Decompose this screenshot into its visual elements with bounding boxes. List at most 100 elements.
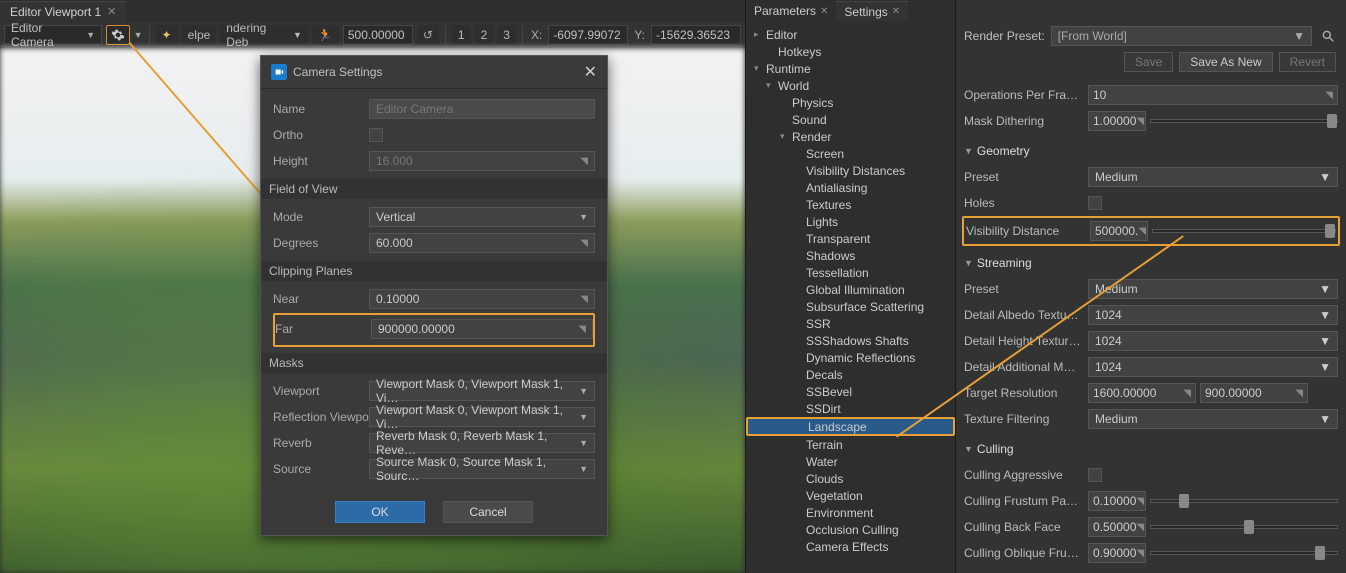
move-tool[interactable]: ✦	[156, 25, 178, 45]
tree-item-camera-effects[interactable]: Camera Effects	[746, 538, 955, 555]
cull-obl-input[interactable]: 0.90000◥	[1088, 543, 1146, 563]
tree-item-water[interactable]: Water	[746, 453, 955, 470]
ortho-checkbox[interactable]	[369, 128, 383, 142]
tree-item-transparent[interactable]: Transparent	[746, 230, 955, 247]
tree-item-screen[interactable]: Screen	[746, 145, 955, 162]
visdist-input[interactable]: 500000.◥	[1090, 221, 1148, 241]
tree-item-dynamic-reflections[interactable]: Dynamic Reflections	[746, 349, 955, 366]
cull-back-input[interactable]: 0.50000◥	[1088, 517, 1146, 537]
height-tex-combo[interactable]: 1024▼	[1088, 331, 1338, 351]
tree-item-hotkeys[interactable]: Hotkeys	[746, 43, 955, 60]
tree-item-terrain[interactable]: Terrain	[746, 436, 955, 453]
close-icon[interactable]: ✕	[107, 5, 116, 18]
close-icon[interactable]: ✕	[584, 62, 597, 82]
preset-3[interactable]: 3	[497, 25, 516, 45]
tree-item-decals[interactable]: Decals	[746, 366, 955, 383]
tree-item-ssshadows-shafts[interactable]: SSShadows Shafts	[746, 332, 955, 349]
render-mode-combo[interactable]: ndering Deb▼	[220, 25, 308, 45]
tree-item-runtime[interactable]: ▾Runtime	[746, 60, 955, 77]
close-icon[interactable]: ✕	[820, 6, 828, 17]
tree-item-shadows[interactable]: Shadows	[746, 247, 955, 264]
tree-item-label: SSBevel	[804, 385, 852, 399]
far-input[interactable]: 900000.00000◥	[371, 319, 593, 339]
tree-item-vegetation[interactable]: Vegetation	[746, 487, 955, 504]
tree-item-ssr[interactable]: SSR	[746, 315, 955, 332]
reverb-mask-combo[interactable]: Reverb Mask 0, Reverb Mask 1, Reve…▼	[369, 433, 595, 453]
dialog-titlebar[interactable]: Camera Settings ✕	[261, 56, 607, 89]
viewport-mask-combo[interactable]: Viewport Mask 0, Viewport Mask 1, Vi…▼	[369, 381, 595, 401]
close-icon[interactable]: ✕	[892, 6, 900, 17]
run-icon[interactable]: 🏃	[312, 25, 339, 45]
name-input[interactable]	[369, 99, 595, 119]
save-as-new-button[interactable]: Save As New	[1179, 52, 1272, 72]
stream-preset-combo[interactable]: Medium▼	[1088, 279, 1338, 299]
render-preset-label: Render Preset:	[964, 29, 1045, 43]
tree-item-antialiasing[interactable]: Antialiasing	[746, 179, 955, 196]
mask-dither-slider[interactable]	[1150, 119, 1338, 123]
albedo-combo[interactable]: 1024▼	[1088, 305, 1338, 325]
addmask-combo[interactable]: 1024▼	[1088, 357, 1338, 377]
tree-item-subsurface-scattering[interactable]: Subsurface Scattering	[746, 298, 955, 315]
tree-item-environment[interactable]: Environment	[746, 504, 955, 521]
ops-input[interactable]: 10◥	[1088, 85, 1338, 105]
preset-1[interactable]: 1	[452, 25, 471, 45]
degrees-input[interactable]: 60.000◥	[369, 233, 595, 253]
tree-item-landscape[interactable]: Landscape	[746, 417, 955, 436]
cull-frust-input[interactable]: 0.10000◥	[1088, 491, 1146, 511]
viewport-tab[interactable]: Editor Viewport 1 ✕	[0, 1, 126, 21]
culling-section[interactable]: ▼Culling	[964, 438, 1338, 460]
cull-back-slider[interactable]	[1150, 525, 1338, 529]
tree-item-sound[interactable]: Sound	[746, 111, 955, 128]
tree-item-label: Terrain	[804, 438, 843, 452]
reset-icon[interactable]: ↺	[417, 25, 439, 45]
tree-item-clouds[interactable]: Clouds	[746, 470, 955, 487]
chevron-down-icon[interactable]: ▼	[134, 30, 143, 40]
tree-item-editor[interactable]: ▸Editor	[746, 26, 955, 43]
tree-item-render[interactable]: ▾Render	[746, 128, 955, 145]
camera-settings-gear[interactable]	[106, 25, 130, 45]
search-icon[interactable]	[1318, 26, 1338, 46]
cull-aggr-checkbox[interactable]	[1088, 468, 1102, 482]
mode-combo[interactable]: Vertical▼	[369, 207, 595, 227]
geom-preset-combo[interactable]: Medium▼	[1088, 167, 1338, 187]
camera-combo[interactable]: Editor Camera ▼	[4, 25, 102, 45]
parameters-tab[interactable]: Parameters✕	[746, 1, 836, 21]
tree-item-lights[interactable]: Lights	[746, 213, 955, 230]
save-button[interactable]: Save	[1124, 52, 1173, 72]
tree-item-visibility-distances[interactable]: Visibility Distances	[746, 162, 955, 179]
tree-item-physics[interactable]: Physics	[746, 94, 955, 111]
ok-button[interactable]: OK	[335, 501, 425, 523]
x-input[interactable]	[548, 25, 628, 45]
tree-item-global-illumination[interactable]: Global Illumination	[746, 281, 955, 298]
tgtres-h-input[interactable]: 900.00000◥	[1200, 383, 1308, 403]
render-preset-combo[interactable]: [From World]▼	[1051, 26, 1312, 46]
y-input[interactable]	[651, 25, 741, 45]
visdist-slider[interactable]	[1152, 229, 1336, 233]
revert-button[interactable]: Revert	[1279, 52, 1336, 72]
cancel-button[interactable]: Cancel	[443, 501, 533, 523]
reflection-mask-combo[interactable]: Viewport Mask 0, Viewport Mask 1, Vi…▼	[369, 407, 595, 427]
tree-item-occlusion-culling[interactable]: Occlusion Culling	[746, 521, 955, 538]
tree-item-textures[interactable]: Textures	[746, 196, 955, 213]
settings-tab[interactable]: Settings✕	[836, 1, 908, 21]
texfilt-combo[interactable]: Medium▼	[1088, 409, 1338, 429]
geometry-section[interactable]: ▼Geometry	[964, 140, 1338, 162]
tree-item-ssdirt[interactable]: SSDirt	[746, 400, 955, 417]
holes-checkbox[interactable]	[1088, 196, 1102, 210]
tree-item-world[interactable]: ▾World	[746, 77, 955, 94]
preset-2[interactable]: 2	[475, 25, 494, 45]
tree-item-tessellation[interactable]: Tessellation	[746, 264, 955, 281]
tgtres-w-input[interactable]: 1600.00000◥	[1088, 383, 1196, 403]
source-mask-combo[interactable]: Source Mask 0, Source Mask 1, Sourc…▼	[369, 459, 595, 479]
settings-tree[interactable]: ▸Editor Hotkeys▾Runtime▾WorldPhysicsSound…	[746, 22, 955, 559]
tree-item-label: Hotkeys	[776, 45, 821, 59]
streaming-section[interactable]: ▼Streaming	[964, 252, 1338, 274]
cull-obl-slider[interactable]	[1150, 551, 1338, 555]
cull-frust-slider[interactable]	[1150, 499, 1338, 503]
speed-input[interactable]	[343, 25, 413, 45]
helper-combo[interactable]: elpe	[182, 25, 217, 45]
height-input[interactable]: 16.000◥	[369, 151, 595, 171]
tree-item-ssbevel[interactable]: SSBevel	[746, 383, 955, 400]
mask-dither-input[interactable]: 1.00000◥	[1088, 111, 1146, 131]
near-input[interactable]: 0.10000◥	[369, 289, 595, 309]
